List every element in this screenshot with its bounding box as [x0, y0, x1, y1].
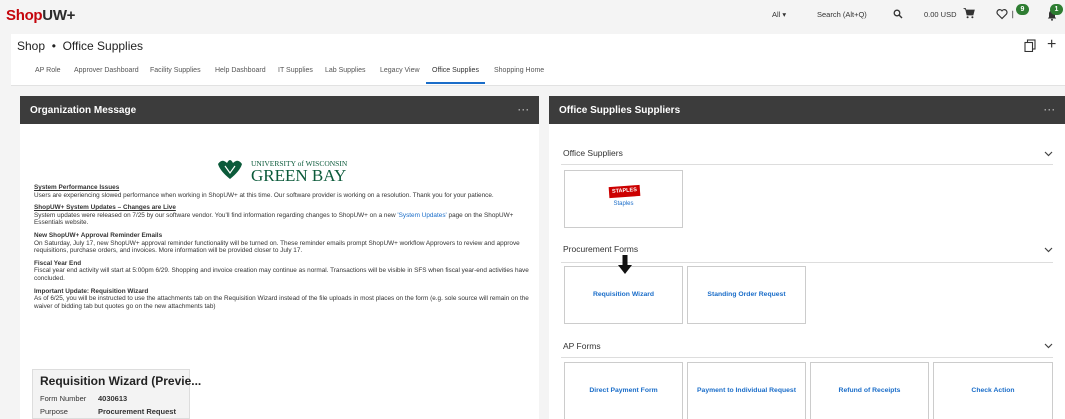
panel-title: Organization Message ···: [20, 96, 539, 124]
cart-total[interactable]: 0.00 USD: [924, 10, 957, 19]
divider: [561, 357, 1053, 358]
message-title: Important Update: Requisition Wizard: [34, 287, 149, 295]
form-number-row: Form Number 4030613: [40, 394, 127, 403]
more-options-icon[interactable]: ···: [1044, 105, 1056, 115]
purpose-label: Purpose: [40, 407, 68, 416]
message-text: System updates were released on 7/25 by …: [34, 211, 398, 219]
message-item: New ShopUW+ Approval Reminder Emails On …: [34, 232, 534, 255]
more-options-icon[interactable]: ···: [518, 105, 530, 115]
chevron-down-icon[interactable]: [1044, 247, 1053, 253]
message-title: System Performance Issues: [34, 184, 120, 191]
tile-label: Check Action: [971, 387, 1015, 394]
section-office-suppliers[interactable]: Office Suppliers: [563, 148, 623, 158]
message-title: New ShopUW+ Approval Reminder Emails: [34, 231, 163, 239]
requisition-wizard-tile[interactable]: Requisition Wizard: [564, 255, 683, 324]
message-body: As of 6/25, you will be instructed to us…: [34, 295, 529, 310]
tile-label: Refund of Receipts: [838, 387, 901, 394]
chevron-down-icon[interactable]: [1044, 151, 1053, 157]
cart-icon[interactable]: [963, 7, 975, 19]
tab-ap-role[interactable]: AP Role: [35, 67, 61, 74]
tile-label: Requisition Wizard: [592, 291, 655, 298]
logo-text-line2: GREEN BAY: [251, 166, 346, 183]
staples-label: Staples: [613, 201, 634, 207]
tile-label: Direct Payment Form: [589, 387, 658, 394]
requisition-wizard-preview: Requisition Wizard (Previe... Form Numbe…: [32, 369, 201, 419]
message-title: Fiscal Year End: [34, 259, 82, 267]
refund-of-receipts-tile[interactable]: Refund of Receipts: [810, 362, 929, 419]
tab-it-supplies[interactable]: IT Supplies: [278, 67, 313, 74]
divider: [561, 262, 1053, 263]
tile-label: Payment to Individual Request: [697, 387, 796, 394]
chevron-down-icon[interactable]: [1044, 343, 1053, 349]
breadcrumb: Shop • Office Supplies: [17, 39, 144, 53]
preview-title: Requisition Wizard (Previe...: [40, 374, 202, 388]
tab-legacy-view[interactable]: Legacy View: [380, 67, 420, 74]
search-scope-dropdown[interactable]: All ▾: [772, 10, 786, 19]
tile-label: Standing Order Request: [707, 291, 786, 298]
supplier-tile-staples[interactable]: STAPLES Staples: [564, 170, 683, 228]
standing-order-request-tile[interactable]: Standing Order Request: [687, 266, 806, 324]
heart-icon[interactable]: [996, 8, 1008, 20]
logo-suffix: UW+: [42, 7, 76, 24]
message-body: Fiscal year end activity will start at 5…: [34, 267, 529, 282]
divider: [561, 164, 1053, 165]
payment-to-individual-request-tile[interactable]: Payment to Individual Request: [687, 362, 806, 419]
active-tab-indicator: [426, 82, 485, 84]
tab-approver-dashboard[interactable]: Approver Dashboard: [74, 67, 139, 74]
organization-messages: System Performance Issues Users are expe…: [34, 184, 534, 315]
message-title: ShopUW+ System Updates – Changes are Liv…: [34, 204, 176, 212]
arrow-down-icon: [618, 255, 632, 274]
tab-facility-supplies[interactable]: Facility Supplies: [150, 67, 201, 74]
message-item: Fiscal Year End Fiscal year end activity…: [34, 260, 534, 283]
message-item: System Performance Issues Users are expe…: [34, 184, 534, 199]
purpose-row: Purpose Procurement Request: [40, 407, 176, 416]
message-item: Important Update: Requisition Wizard As …: [34, 288, 534, 311]
favorites-badge: 9: [1016, 4, 1029, 15]
tab-lab-supplies[interactable]: Lab Supplies: [325, 67, 365, 74]
top-bar: ShopUW+ All ▾ Search (Alt+Q) 0.00 USD 9 …: [0, 0, 1065, 30]
form-number-label: Form Number: [40, 394, 87, 403]
message-body: Users are experiencing slowed performanc…: [34, 191, 494, 199]
panel-title: Office Supplies Suppliers ···: [549, 96, 1065, 124]
message-item: ShopUW+ System Updates – Changes are Liv…: [34, 204, 534, 227]
logo-prefix: Shop: [6, 7, 43, 24]
purpose-value: Procurement Request: [98, 407, 176, 416]
dashboard-tabs: AP Role Approver Dashboard Facility Supp…: [11, 58, 1065, 86]
section-procurement-forms[interactable]: Procurement Forms: [563, 244, 638, 254]
tab-office-supplies[interactable]: Office Supplies: [432, 67, 479, 74]
system-updates-link[interactable]: 'System Updates': [397, 212, 446, 219]
notifications-badge: 1: [1050, 4, 1063, 15]
section-ap-forms[interactable]: AP Forms: [563, 341, 601, 351]
page-header: Shop • Office Supplies +: [11, 34, 1065, 58]
check-action-tile[interactable]: Check Action: [933, 362, 1053, 419]
staples-logo: STAPLES: [608, 184, 641, 199]
shopuw-logo[interactable]: ShopUW+: [6, 7, 75, 24]
message-body: On Saturday, July 17, new ShopUW+ approv…: [34, 239, 520, 255]
copy-icon[interactable]: [1024, 39, 1036, 52]
search-icon[interactable]: [893, 9, 903, 19]
office-supplies-suppliers-panel: Office Supplies Suppliers ··· Office Sup…: [549, 96, 1065, 419]
tab-shopping-home[interactable]: Shopping Home: [494, 67, 544, 74]
uw-green-bay-logo: UNIVERSITY of WISCONSIN GREEN BAY: [218, 159, 348, 183]
organization-message-title: Organization Message: [30, 105, 137, 116]
form-number-value: 4030613: [98, 394, 128, 403]
suppliers-panel-title: Office Supplies Suppliers: [559, 105, 681, 116]
tab-help-dashboard[interactable]: Help Dashboard: [215, 67, 266, 74]
message-body: System updates were released on 7/25 by …: [34, 212, 534, 227]
plus-icon[interactable]: +: [1047, 36, 1056, 54]
direct-payment-form-tile[interactable]: Direct Payment Form: [564, 362, 683, 419]
